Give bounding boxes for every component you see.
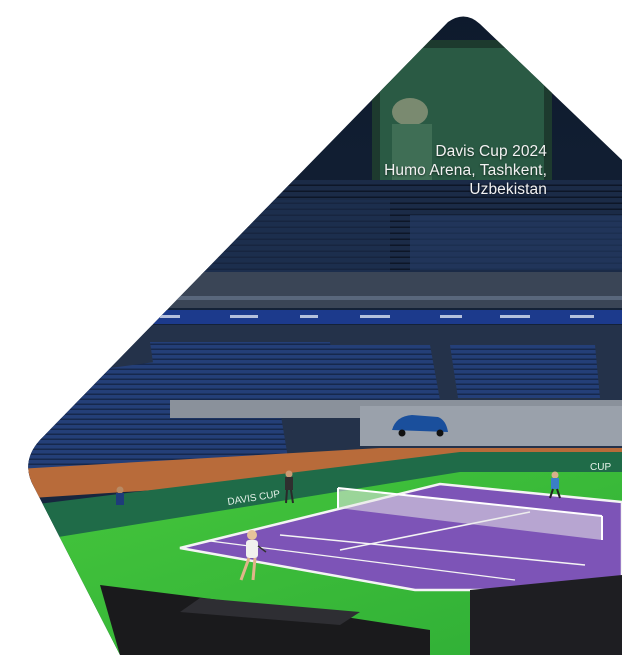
caption-line-2: Humo Arena, Tashkent, [384,162,547,179]
photo-caption: Davis Cup 2024 Humo Arena, Tashkent, Uzb… [384,142,547,199]
ball-kid [116,486,124,505]
banner-text-right: CUP [590,462,611,473]
caption-line-1: Davis Cup 2024 [435,143,547,160]
caption-line-3: Uzbekistan [469,181,547,198]
arena-photo: DAVIS CUP CUP [0,0,622,655]
